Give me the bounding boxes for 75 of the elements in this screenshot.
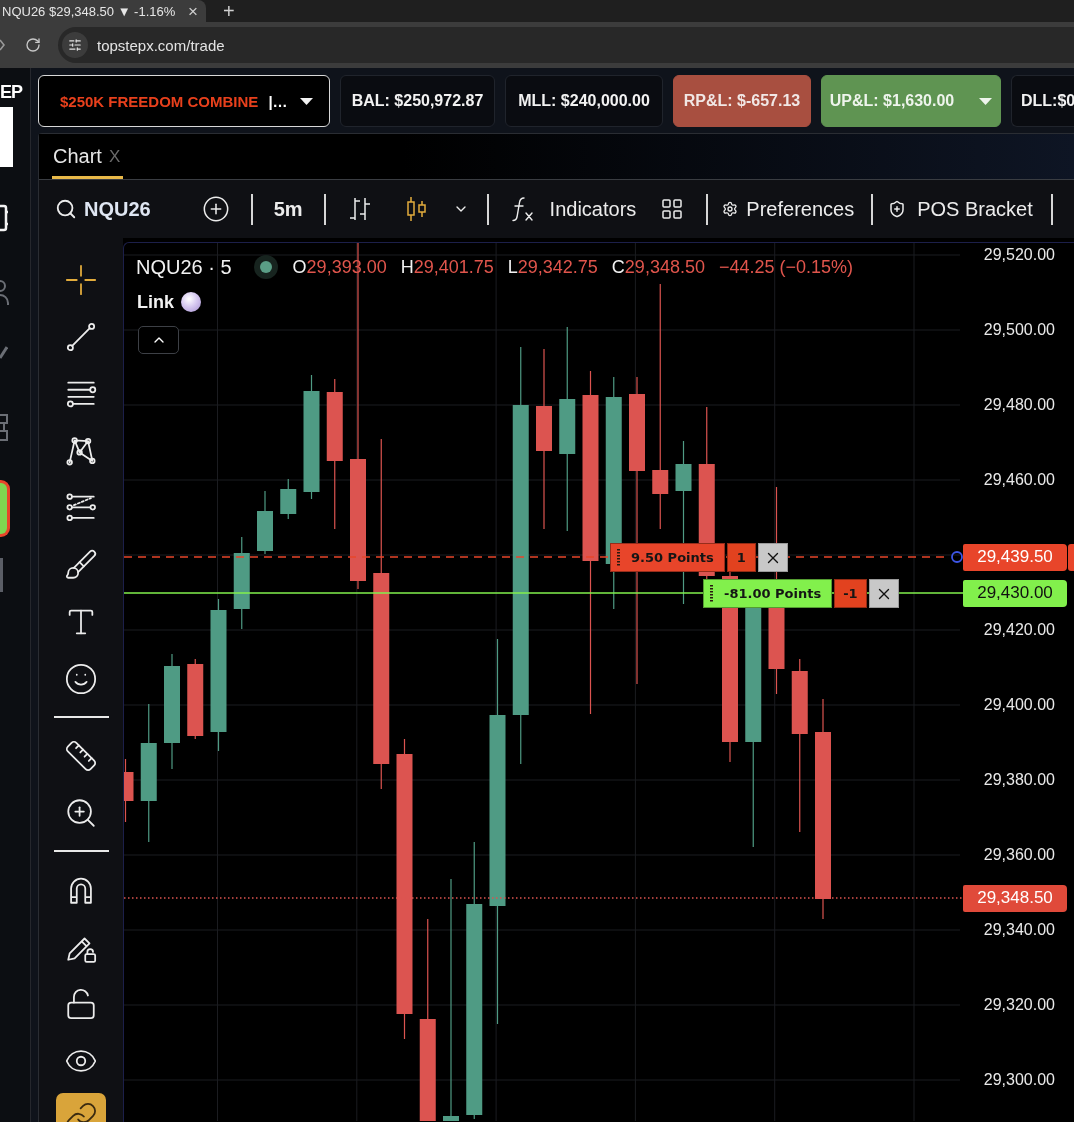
lock-open-icon[interactable] (64, 986, 98, 1021)
price-tag-edge (1068, 543, 1074, 571)
price-axis-label: 29,420.00 (983, 620, 1055, 640)
candlestick (124, 758, 134, 823)
price-axis-label: 29,480.00 (983, 395, 1055, 415)
shield-plus-icon (888, 200, 907, 218)
account-stat: MLL: $240,000.00 (505, 75, 663, 127)
bars-chart-icon[interactable] (347, 196, 372, 222)
caret-icon (979, 97, 993, 105)
account-stat: RP&L: $-657.13 (673, 75, 811, 127)
logo-tile (0, 107, 13, 167)
symbol-search-button[interactable]: NQU26 (55, 197, 151, 221)
sliders-icon (68, 38, 82, 52)
collapse-button[interactable] (138, 326, 179, 354)
address-field[interactable]: topstepx.com/trade (58, 27, 1074, 63)
chart-title: NQU26 · 5 (136, 255, 232, 279)
plus-circle-icon[interactable] (201, 195, 230, 223)
price-axis-label: 29,320.00 (983, 995, 1055, 1015)
settings-icon (722, 201, 739, 217)
order-cancel-button[interactable] (868, 579, 899, 608)
search-icon (55, 198, 77, 220)
order-quantity: 1 (726, 543, 756, 572)
browser-tab[interactable]: NQU26 $29,348.50 ▼ -1.16% × (0, 0, 206, 22)
price-tag: 29,439.50 (963, 543, 1067, 571)
candlestick (280, 478, 297, 520)
price-axis-label: 29,380.00 (983, 770, 1055, 790)
brush-icon[interactable] (64, 547, 98, 582)
order-drag-tag[interactable]: 9.50 Points (610, 543, 725, 572)
caret-icon (300, 97, 313, 105)
nav-button[interactable] (0, 480, 10, 537)
drag-handle-icon (710, 585, 713, 602)
price-axis-label: 29,300.00 (983, 1070, 1055, 1090)
ring-marker-icon[interactable] (951, 551, 963, 563)
preferences-button[interactable]: Preferences (722, 197, 855, 221)
interval-button[interactable]: 5m (273, 197, 303, 221)
link-label: Link (137, 291, 174, 313)
new-tab-button[interactable]: + (223, 1, 235, 21)
indicators-button[interactable]: Indicators (509, 195, 637, 223)
price-axis-label: 29,340.00 (983, 920, 1055, 940)
link-dot-icon[interactable] (181, 292, 201, 312)
side-handle (0, 558, 3, 592)
price-tag: 29,430.00 (963, 579, 1067, 607)
function-icon (509, 195, 536, 223)
price-axis-label: 29,500.00 (983, 320, 1055, 340)
grid-icon[interactable] (660, 197, 685, 221)
ruler-icon[interactable] (64, 738, 98, 773)
ohlc-reading: C29,348.50 (611, 256, 705, 278)
candles-chart-icon[interactable] (404, 196, 429, 222)
order-cancel-button[interactable] (757, 543, 788, 572)
price-axis-label: 29,460.00 (983, 470, 1055, 490)
pos-bracket-button[interactable]: POS Bracket (888, 197, 1033, 221)
price-tag: 29,348.50 (963, 884, 1067, 912)
order-drag-tag[interactable]: -81.00 Points (703, 579, 833, 608)
reload-icon[interactable] (25, 37, 41, 53)
tab-close-button[interactable]: X (108, 146, 121, 167)
account-stat: BAL: $250,972.87 (340, 75, 495, 127)
smiley-icon[interactable] (64, 661, 98, 696)
candlestick (257, 490, 273, 555)
drag-handle-icon (617, 549, 620, 566)
crosshair-icon[interactable] (64, 262, 98, 297)
price-axis-label: 29,520.00 (983, 245, 1055, 265)
network-icon[interactable] (0, 413, 9, 442)
order-quantity: -1 (834, 579, 867, 608)
account-selector[interactable]: $250K FREEDOM COMBINE |… (38, 75, 330, 127)
site-info-button[interactable] (62, 32, 88, 58)
user-icon[interactable] (0, 278, 10, 305)
pencil-icon[interactable] (0, 345, 8, 359)
price-axis-label: 29,360.00 (983, 845, 1055, 865)
logo-text: EP (0, 82, 22, 102)
tab-close-button[interactable]: × (188, 2, 198, 20)
price-axis-label: 29,400.00 (983, 695, 1055, 715)
account-stat: DLL:$0 (1011, 75, 1074, 127)
price-change: −44.25 (−0.15%) (718, 256, 854, 278)
ohlc-reading: L29,342.75 (507, 256, 598, 278)
ohlc-reading: H29,401.75 (400, 256, 494, 278)
